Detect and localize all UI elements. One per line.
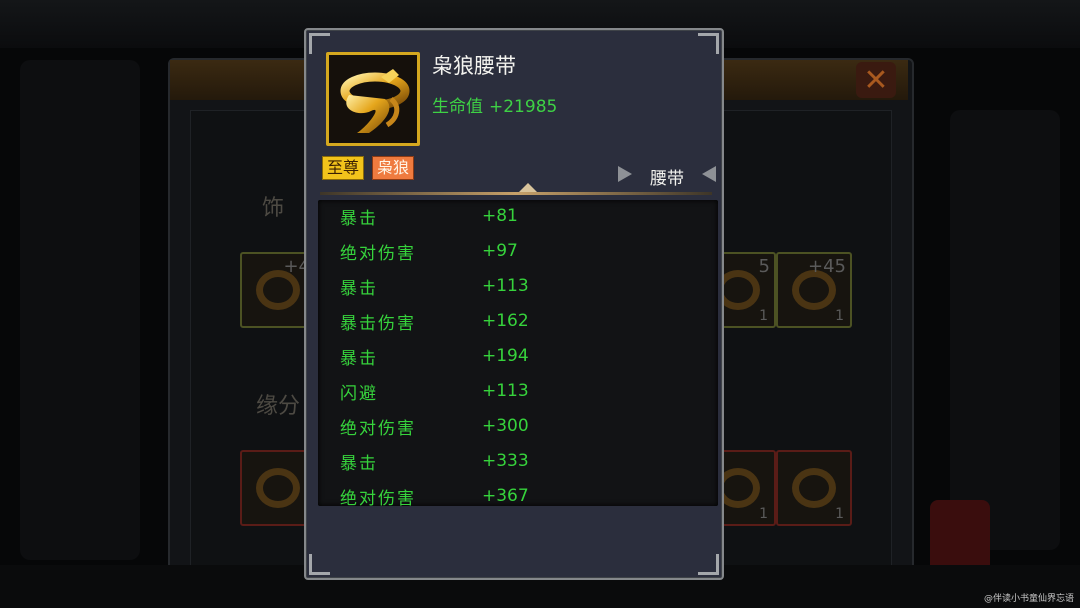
set-badge: 枭狼	[372, 156, 415, 180]
item-tooltip: 枭狼腰带 生命值 +21985 至尊 枭狼 腰带 暴击 +81 绝对伤害 +97 暴击 +1…	[304, 28, 724, 580]
stat-name: 闪避	[340, 384, 378, 404]
stat-name: 暴击伤害	[340, 314, 416, 334]
stat-name: 绝对伤害	[340, 244, 416, 264]
stat-row: 绝对伤害 +300	[318, 410, 718, 445]
section-label-accessories: 饰	[262, 196, 285, 221]
stat-value: +97	[482, 241, 518, 261]
close-icon[interactable]: ✕	[856, 62, 896, 98]
ring-icon	[256, 468, 300, 508]
stat-row: 绝对伤害 +367	[318, 480, 718, 506]
ring-icon	[792, 468, 836, 508]
frame-corner	[698, 33, 719, 54]
stat-row: 绝对伤害 +97	[318, 235, 718, 270]
stat-row: 暴击 +81	[318, 200, 718, 235]
slot-level: 5	[758, 256, 770, 277]
stat-value: +113	[482, 276, 529, 296]
frame-corner	[698, 554, 719, 575]
item-icon-frame	[326, 52, 420, 146]
stat-row: 暴击伤害 +162	[318, 305, 718, 340]
decorative-triangle-icon	[618, 166, 632, 182]
frame-corner	[309, 33, 330, 54]
divider	[320, 192, 712, 195]
stat-row: 暴击 +194	[318, 340, 718, 375]
item-name: 枭狼腰带	[432, 54, 516, 78]
main-stat: 生命值 +21985	[432, 92, 557, 117]
stat-name: 暴击	[340, 454, 378, 474]
stat-value: +367	[482, 486, 529, 506]
stat-value: +81	[482, 206, 518, 226]
stat-list[interactable]: 暴击 +81 绝对伤害 +97 暴击 +113 暴击伤害 +162 暴击 +194 闪避 +113 绝对…	[318, 200, 718, 506]
stat-name: 暴击	[340, 349, 378, 369]
decorative-triangle-icon	[702, 166, 716, 182]
stat-value: +333	[482, 451, 529, 471]
slot-count: 1	[759, 308, 768, 324]
stat-value: +300	[482, 416, 529, 436]
stat-row: 闪避 +113	[318, 375, 718, 410]
stat-row: 暴击 +333	[318, 445, 718, 480]
slot-level: +45	[808, 256, 846, 277]
stat-name: 暴击	[340, 209, 378, 229]
item-type-label: 腰带	[650, 169, 684, 189]
main-stat-value: +21985	[489, 97, 558, 117]
equipment-slot[interactable]: +45 1	[776, 252, 852, 328]
stat-row: 暴击 +113	[318, 270, 718, 305]
golden-belt-icon	[340, 69, 410, 133]
watermark: @伴读小书童仙界忘语	[983, 594, 1074, 604]
equipment-slot[interactable]: 1	[776, 450, 852, 526]
stat-value: +162	[482, 311, 529, 331]
slot-count: 1	[759, 506, 768, 522]
left-side-menu	[20, 60, 140, 560]
slot-count: 1	[835, 506, 844, 522]
main-stat-name: 生命值	[432, 97, 483, 117]
section-label-bond: 缘分	[256, 394, 301, 419]
right-side-menu	[950, 110, 1060, 550]
frame-corner	[309, 554, 330, 575]
stat-value: +194	[482, 346, 529, 366]
slot-count: 1	[835, 308, 844, 324]
rarity-badge: 至尊	[322, 156, 365, 180]
stat-value: +113	[482, 381, 529, 401]
stat-name: 绝对伤害	[340, 419, 416, 439]
stat-name: 绝对伤害	[340, 489, 416, 506]
stat-name: 暴击	[340, 279, 378, 299]
